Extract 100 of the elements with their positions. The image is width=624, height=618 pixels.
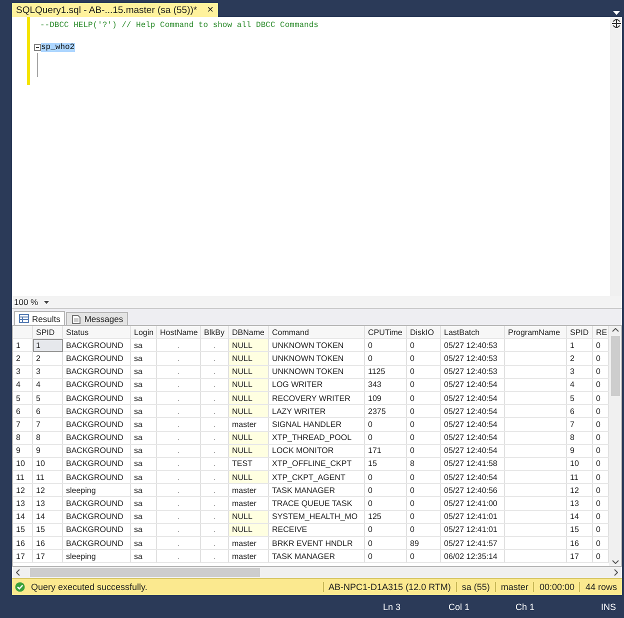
row-number: 7 — [13, 418, 33, 432]
table-cell: BACKGROUND — [63, 352, 131, 366]
document-tab[interactable]: SQLQuery1.sql - AB-...15.master (sa (55))* × — [12, 3, 218, 17]
dropdown-caret-icon — [613, 11, 620, 15]
table-cell: BACKGROUND — [63, 392, 131, 406]
table-cell: . — [201, 418, 229, 432]
table-cell: . — [157, 524, 201, 537]
column-header: DBName — [229, 326, 269, 340]
table-cell: sa — [131, 339, 157, 352]
table-cell: 4 — [567, 378, 593, 392]
table-cell: 13 — [33, 497, 63, 511]
scroll-thumb[interactable] — [30, 568, 260, 577]
table-cell: sa — [131, 366, 157, 379]
scroll-left-icon — [16, 569, 20, 576]
table-cell: 10 — [567, 458, 593, 472]
zoom-dropdown[interactable]: 100 % — [14, 297, 38, 307]
table-cell: . — [157, 378, 201, 392]
char-indicator: Ch 1 — [516, 602, 535, 612]
table-cell: sa — [131, 378, 157, 392]
table-cell: NULL — [229, 524, 269, 537]
table-cell: 6 — [33, 405, 63, 418]
column-header: LastBatch — [441, 326, 505, 340]
table-cell: 05/27 12:40:53 — [441, 352, 505, 366]
table-cell: 2 — [33, 352, 63, 366]
vertical-scrollbar[interactable] — [609, 326, 621, 566]
table-cell: master — [229, 484, 269, 498]
table-cell: BACKGROUND — [63, 339, 131, 352]
line-indicator: Ln 3 — [383, 602, 401, 612]
status-message: Query executed successfully. — [31, 582, 148, 592]
results-tab[interactable]: Results — [14, 311, 66, 325]
row-number: 5 — [13, 392, 33, 406]
table-cell: . — [157, 444, 201, 458]
table-cell: 05/27 12:40:54 — [441, 392, 505, 406]
success-check-icon — [15, 582, 25, 592]
row-number: 11 — [13, 471, 33, 484]
results-tab[interactable]: Messages — [66, 312, 128, 325]
table-cell: 9 — [567, 444, 593, 458]
table-cell: XTP_THREAD_POOL — [269, 432, 365, 445]
table-cell: LOG WRITER — [269, 378, 365, 392]
table-cell: NULL — [229, 392, 269, 406]
table-cell: 17 — [33, 550, 63, 564]
table-cell: LOCK MONITOR — [269, 444, 365, 458]
column-header: Status — [63, 326, 131, 340]
column-indicator: Col 1 — [448, 602, 470, 612]
row-number: 6 — [13, 405, 33, 418]
table-cell: 05/27 12:41:57 — [441, 537, 505, 550]
table-cell: 7 — [567, 418, 593, 432]
table-cell: . — [201, 484, 229, 498]
column-header: CPUTime — [365, 326, 407, 340]
table-cell: 0 — [407, 471, 441, 484]
table-cell: 5 — [567, 392, 593, 406]
row-number: 8 — [13, 432, 33, 445]
table-cell: 06/02 12:35:14 — [441, 550, 505, 564]
table-cell: 05/27 12:40:53 — [441, 339, 505, 352]
table-cell: sa — [131, 510, 157, 524]
table-cell: 109 — [365, 392, 407, 406]
empty-cell — [505, 432, 567, 445]
table-cell: 0 — [365, 524, 407, 537]
table-cell: NULL — [229, 471, 269, 484]
table-cell: 3 — [33, 366, 63, 379]
row-number: 4 — [13, 378, 33, 392]
column-header: Command — [269, 326, 365, 340]
table-cell: NULL — [229, 352, 269, 366]
table-cell: BRKR EVENT HNDLR — [269, 537, 365, 550]
table-cell: 0 — [365, 471, 407, 484]
table-cell: UNKNOWN TOKEN — [269, 366, 365, 379]
empty-cell — [505, 524, 567, 537]
table-cell: 12 — [567, 484, 593, 498]
table-cell: 0 — [365, 484, 407, 498]
table-cell: BACKGROUND — [63, 366, 131, 379]
table-cell: TASK MANAGER — [269, 550, 365, 564]
table-cell: sa — [131, 432, 157, 445]
empty-cell — [505, 537, 567, 550]
table-cell: 11 — [567, 471, 593, 484]
empty-cell — [505, 418, 567, 432]
table-cell: . — [157, 418, 201, 432]
table-cell: BACKGROUND — [63, 418, 131, 432]
close-icon[interactable]: × — [207, 5, 214, 15]
table-cell: . — [201, 537, 229, 550]
table-cell: 0 — [365, 418, 407, 432]
scroll-thumb[interactable] — [610, 336, 620, 396]
table-cell: sa — [131, 471, 157, 484]
table-cell: . — [157, 339, 201, 352]
table-cell: BACKGROUND — [63, 458, 131, 472]
scroll-right-icon — [614, 569, 618, 576]
row-number: 3 — [13, 366, 33, 379]
row-number: 14 — [13, 510, 33, 524]
table-cell: sa — [131, 497, 157, 511]
table-cell: 0 — [407, 432, 441, 445]
table-cell: . — [157, 458, 201, 472]
table-cell: 05/27 12:41:00 — [441, 497, 505, 511]
table-cell: sa — [131, 352, 157, 366]
table-cell: UNKNOWN TOKEN — [269, 339, 365, 352]
row-number: 9 — [13, 444, 33, 458]
table-cell: SYSTEM_HEALTH_MO — [269, 510, 365, 524]
table-cell: 10 — [33, 458, 63, 472]
status-text: master — [494, 582, 534, 592]
column-header: Login — [131, 326, 157, 340]
table-cell: NULL — [229, 405, 269, 418]
table-cell: 0 — [407, 524, 441, 537]
